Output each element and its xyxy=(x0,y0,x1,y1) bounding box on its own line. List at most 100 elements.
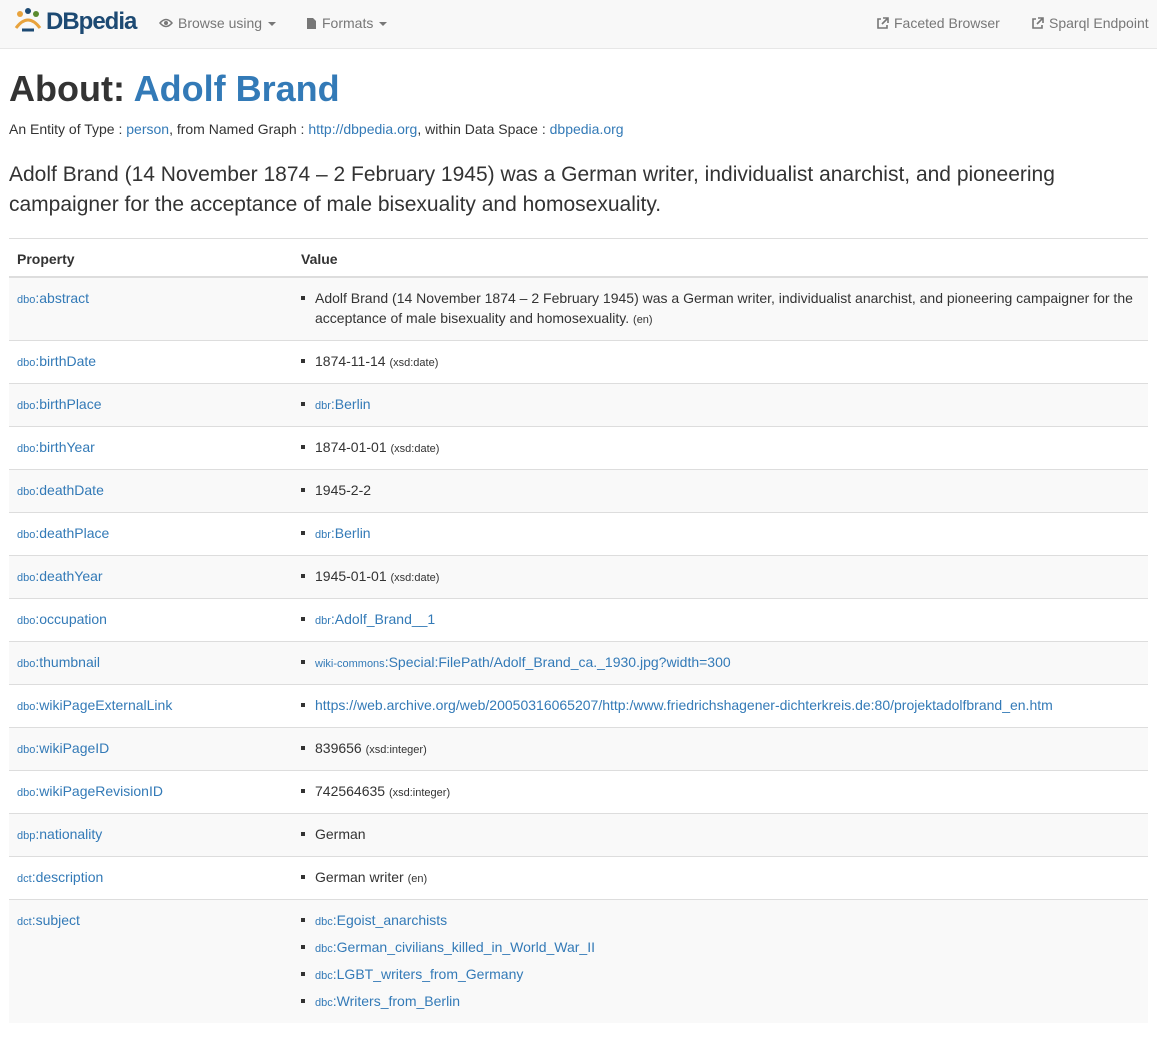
value-link[interactable]: dbr:Berlin xyxy=(315,525,371,541)
space-link[interactable]: dbpedia.org xyxy=(550,121,624,137)
value-name: Berlin xyxy=(334,396,371,412)
value-cell: 1945-2-2 xyxy=(293,469,1148,513)
property-prefix: dbo xyxy=(17,572,36,584)
eye-icon xyxy=(159,18,173,28)
property-prefix: dbo xyxy=(17,357,36,369)
property-link[interactable]: dbo:birthDate xyxy=(17,353,96,369)
value-item: German writer (en) xyxy=(301,867,1140,889)
external-link-icon xyxy=(1031,16,1044,30)
value-prefix: dbc xyxy=(315,943,333,955)
value-item: 742564635 (xsd:integer) xyxy=(301,781,1140,803)
datatype-tag: (xsd:integer) xyxy=(388,787,451,799)
property-name: wikiPageRevisionID xyxy=(39,783,163,799)
property-link[interactable]: dct:subject xyxy=(17,912,80,928)
value-prefix: wiki-commons xyxy=(315,658,385,670)
value-cell: wiki-commons:Special:FilePath/Adolf_Bran… xyxy=(293,641,1148,685)
value-item: wiki-commons:Special:FilePath/Adolf_Bran… xyxy=(301,652,1140,674)
property-link[interactable]: dbo:wikiPageID xyxy=(17,740,109,756)
value-link[interactable]: https://web.archive.org/web/200503160652… xyxy=(315,697,1053,713)
type-link[interactable]: person xyxy=(126,121,169,137)
property-prefix: dbo xyxy=(17,400,36,412)
value-item: https://web.archive.org/web/200503160652… xyxy=(301,695,1140,715)
browse-using-dropdown[interactable]: Browse using xyxy=(159,15,277,31)
value-list: 1945-01-01 (xsd:date) xyxy=(301,566,1140,588)
property-link[interactable]: dbo:deathYear xyxy=(17,568,103,584)
table-row: dbo:deathDate 1945-2-2 xyxy=(9,469,1148,513)
value-text: 1874-01-01 xyxy=(315,439,387,455)
property-link[interactable]: dbo:deathDate xyxy=(17,482,104,498)
value-text: 1945-2-2 xyxy=(315,482,372,498)
brand-logo[interactable]: DBpedia xyxy=(12,6,137,37)
table-row: dbo:birthYear 1874-01-01 (xsd:date) xyxy=(9,426,1148,470)
value-prefix: dbr xyxy=(315,615,331,627)
property-name: thumbnail xyxy=(39,654,100,670)
property-link[interactable]: dbo:wikiPageRevisionID xyxy=(17,783,163,799)
table-row: dct:description German writer (en) xyxy=(9,856,1148,900)
property-prefix: dbo xyxy=(17,443,36,455)
value-prefix: dbc xyxy=(315,916,333,928)
table-row: dct:subject dbc:Egoist_anarchists dbc:Germ… xyxy=(9,899,1148,1023)
property-cell: dbo:abstract xyxy=(9,276,293,341)
property-name: deathPlace xyxy=(39,525,110,541)
value-item: dbr:Adolf_Brand__1 xyxy=(301,609,1140,631)
external-link-icon xyxy=(876,16,889,30)
graph-prefix: , from Named Graph : xyxy=(169,121,309,137)
value-link[interactable]: dbr:Berlin xyxy=(315,396,371,412)
value-item: dbr:Berlin xyxy=(301,523,1140,545)
datatype-tag: (xsd:integer) xyxy=(365,744,427,756)
faceted-browser-link[interactable]: Faceted Browser xyxy=(876,15,1000,31)
datatype-tag: (xsd:date) xyxy=(390,572,440,584)
value-item: 1945-2-2 xyxy=(301,480,1140,500)
property-prefix: dbo xyxy=(17,658,36,670)
value-prefix: dbc xyxy=(315,997,333,1009)
value-cell: 1874-01-01 (xsd:date) xyxy=(293,426,1148,470)
property-link[interactable]: dbp:nationality xyxy=(17,826,102,842)
datatype-tag: (en) xyxy=(407,873,428,885)
value-link[interactable]: dbc:German_civilians_killed_in_World_War… xyxy=(315,939,595,955)
property-link[interactable]: dbo:occupation xyxy=(17,611,107,627)
property-link[interactable]: dbo:abstract xyxy=(17,290,89,306)
property-link[interactable]: dbo:birthPlace xyxy=(17,396,102,412)
value-text: 1874-11-14 xyxy=(315,353,386,369)
property-link[interactable]: dbo:birthYear xyxy=(17,439,95,455)
entity-link[interactable]: Adolf Brand xyxy=(134,68,340,109)
property-link[interactable]: dbo:thumbnail xyxy=(17,654,100,670)
value-cell: dbr:Berlin xyxy=(293,512,1148,556)
value-item: 839656 (xsd:integer) xyxy=(301,738,1140,760)
property-name: birthPlace xyxy=(39,396,102,412)
value-text: Adolf Brand (14 November 1874 – 2 Februa… xyxy=(315,290,1133,326)
value-item: dbc:Writers_from_Berlin xyxy=(301,991,1140,1013)
formats-dropdown[interactable]: Formats xyxy=(306,15,388,31)
table-row: dbo:birthPlace dbr:Berlin xyxy=(9,383,1148,427)
property-name: description xyxy=(35,869,104,885)
sparql-endpoint-link[interactable]: Sparql Endpoint xyxy=(1031,15,1149,31)
value-text: German xyxy=(315,826,366,842)
graph-link[interactable]: http://dbpedia.org xyxy=(308,121,417,137)
about-label: About: xyxy=(9,68,125,109)
value-link[interactable]: dbc:Writers_from_Berlin xyxy=(315,993,460,1009)
value-link[interactable]: wiki-commons:Special:FilePath/Adolf_Bran… xyxy=(315,654,731,670)
property-cell: dct:subject xyxy=(9,899,293,1023)
property-name: birthYear xyxy=(39,439,95,455)
property-name: deathYear xyxy=(39,568,103,584)
property-name: wikiPageExternalLink xyxy=(39,697,173,713)
table-row: dbp:nationality German xyxy=(9,813,1148,857)
value-link[interactable]: dbr:Adolf_Brand__1 xyxy=(315,611,435,627)
value-list: wiki-commons:Special:FilePath/Adolf_Bran… xyxy=(301,652,1140,674)
value-cell: dbr:Berlin xyxy=(293,383,1148,427)
property-link[interactable]: dbo:wikiPageExternalLink xyxy=(17,697,172,713)
value-list: 1874-11-14 (xsd:date) xyxy=(301,351,1140,373)
sparql-endpoint-label: Sparql Endpoint xyxy=(1049,15,1149,31)
value-link[interactable]: dbc:Egoist_anarchists xyxy=(315,912,447,928)
value-cell: 742564635 (xsd:integer) xyxy=(293,770,1148,814)
table-header-row: Property Value xyxy=(9,238,1148,278)
property-name: birthDate xyxy=(39,353,97,369)
value-link[interactable]: dbc:LGBT_writers_from_Germany xyxy=(315,966,523,982)
property-cell: dbo:deathPlace xyxy=(9,512,293,556)
chevron-down-icon xyxy=(379,22,388,26)
value-cell: dbc:Egoist_anarchists dbc:German_civilian… xyxy=(293,899,1148,1023)
value-cell: 1945-01-01 (xsd:date) xyxy=(293,555,1148,599)
property-link[interactable]: dbo:deathPlace xyxy=(17,525,109,541)
property-link[interactable]: dct:description xyxy=(17,869,103,885)
property-prefix: dbo xyxy=(17,486,36,498)
